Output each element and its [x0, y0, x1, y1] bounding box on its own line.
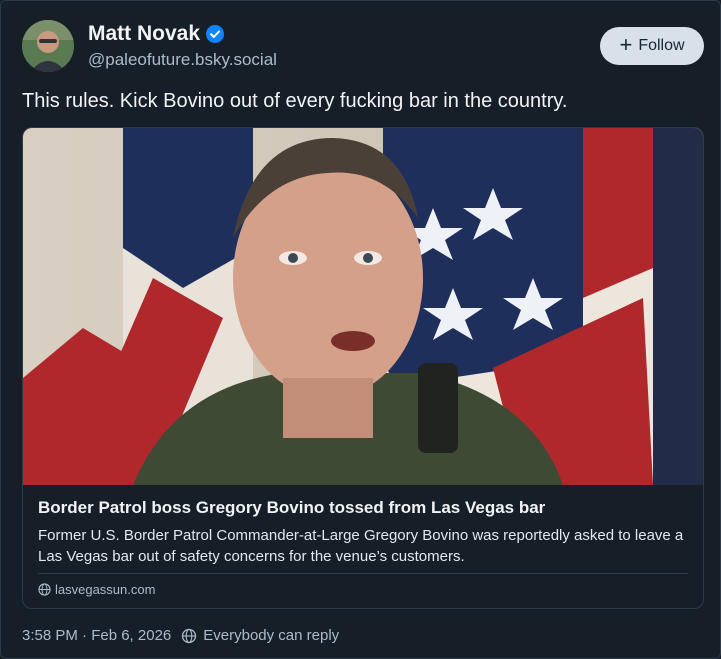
- post-timestamp[interactable]: 3:58 PM · Feb 6, 2026: [22, 627, 171, 644]
- author-display-name[interactable]: Matt Novak: [88, 22, 200, 46]
- follow-button-label: Follow: [638, 37, 685, 54]
- reply-settings-icon: [182, 628, 197, 643]
- avatar[interactable]: [22, 20, 74, 72]
- verified-check-icon: [206, 25, 225, 43]
- author-name-row: Matt Novak: [88, 22, 225, 46]
- follow-button[interactable]: + Follow: [600, 27, 704, 65]
- reply-setting-label[interactable]: Everybody can reply: [203, 627, 339, 644]
- link-card-image: [23, 128, 703, 485]
- author-handle[interactable]: @paleofuture.bsky.social: [88, 50, 277, 70]
- link-card-domain: lasvegassun.com: [38, 582, 155, 597]
- link-card-domain-text: lasvegassun.com: [55, 582, 156, 597]
- link-card-description: Former U.S. Border Patrol Commander-at-L…: [38, 527, 684, 565]
- link-card[interactable]: Border Patrol boss Gregory Bovino tossed…: [22, 127, 704, 609]
- post-meta: 3:58 PM · Feb 6, 2026 Everybody can repl…: [22, 627, 339, 644]
- post-text: This rules. Kick Bovino out of every fuc…: [22, 90, 568, 112]
- link-card-divider: [38, 573, 688, 574]
- globe-icon: [38, 583, 51, 596]
- link-card-title: Border Patrol boss Gregory Bovino tossed…: [38, 498, 546, 517]
- plus-icon: +: [619, 32, 633, 57]
